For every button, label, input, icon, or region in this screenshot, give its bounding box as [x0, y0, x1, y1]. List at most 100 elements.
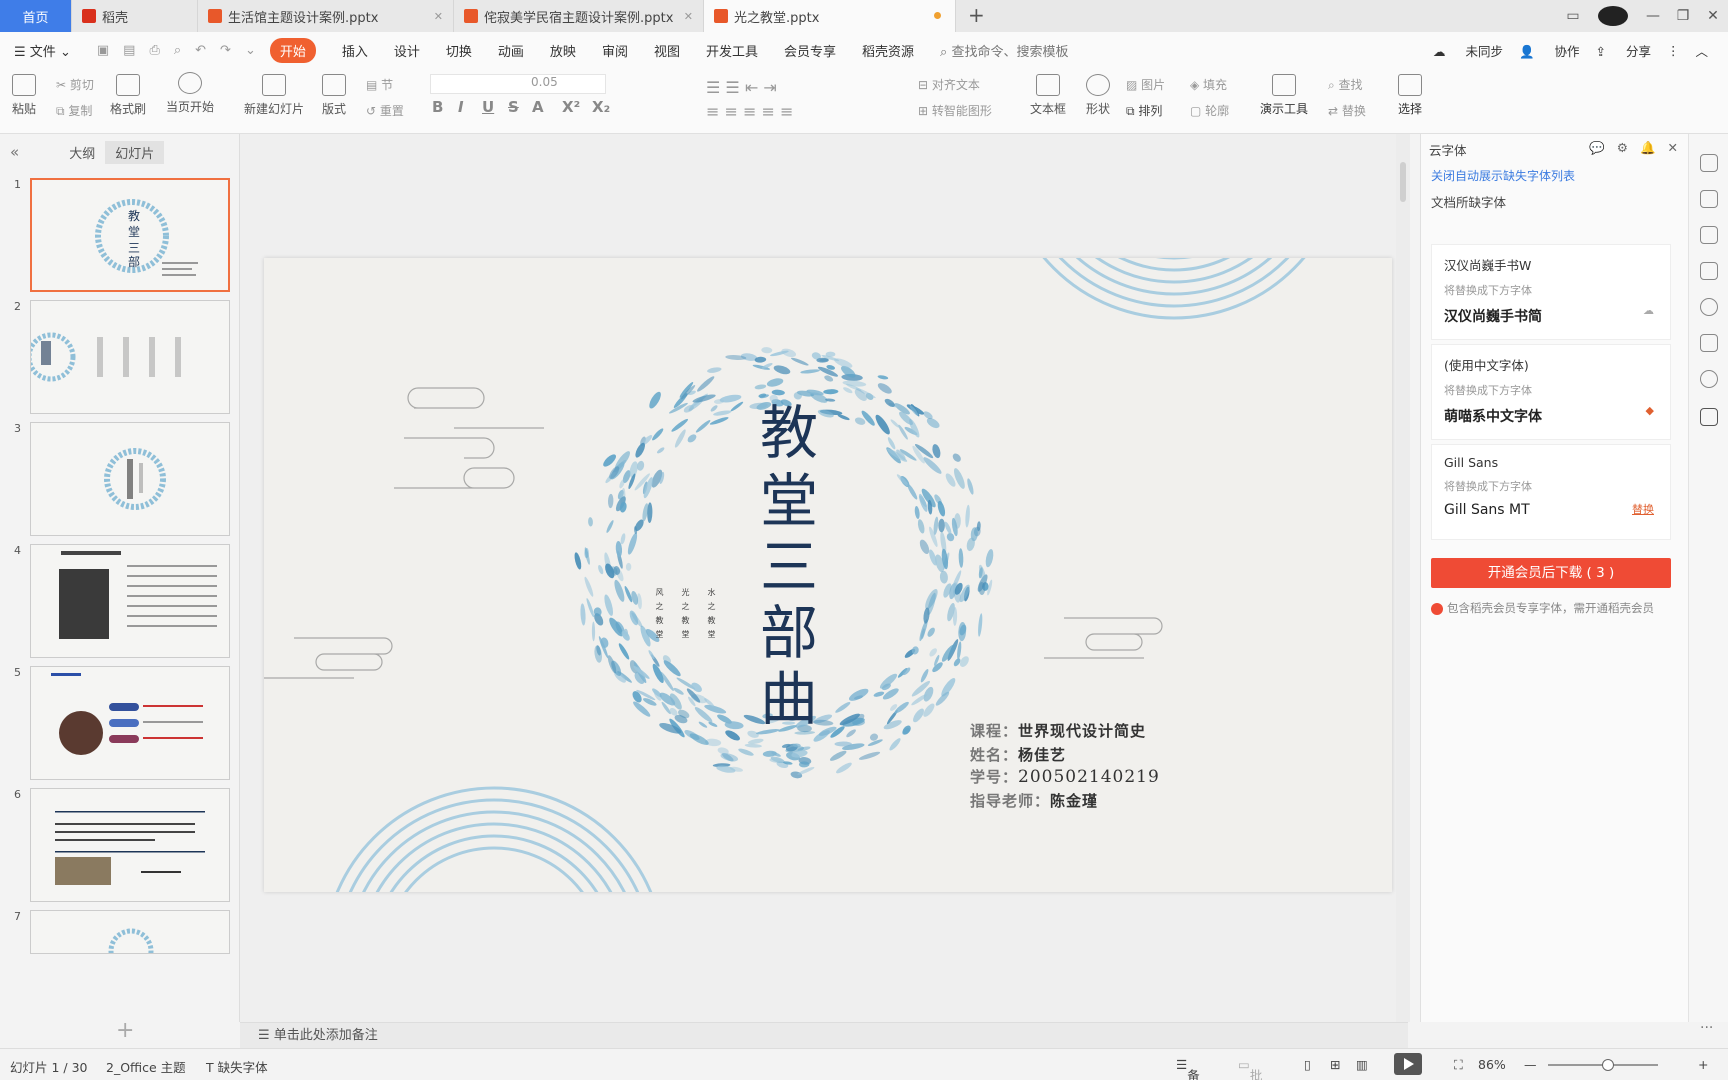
tab-document[interactable]: 生活馆主题设计案例.pptx ✕ — [198, 0, 454, 32]
tab-slides[interactable]: 幻灯片 — [105, 140, 165, 164]
tab-outline[interactable]: 大纲 — [59, 141, 105, 164]
cloud-download-icon[interactable]: ☁ — [1643, 304, 1654, 317]
canvas-scrollbar[interactable] — [1396, 134, 1410, 1022]
notes-toggle[interactable]: ☰ 备注 — [1176, 1057, 1200, 1080]
play-slideshow-button[interactable] — [1394, 1053, 1422, 1075]
superscript-icon[interactable]: X² — [562, 98, 580, 116]
close-icon[interactable]: ✕ — [684, 10, 693, 23]
underline-icon[interactable]: U — [482, 98, 494, 116]
close-window-icon[interactable]: ✕ — [1698, 8, 1728, 24]
pin-icon[interactable] — [1700, 226, 1718, 244]
share-button[interactable]: ⇪ 分享 — [1596, 41, 1651, 60]
picture-button[interactable]: ▨ 图片 — [1126, 76, 1165, 93]
paste-button[interactable]: 粘贴 — [12, 74, 36, 117]
rocket-icon[interactable] — [1700, 154, 1718, 172]
avatar[interactable] — [1598, 6, 1628, 26]
layout-button[interactable]: 版式 — [322, 74, 346, 117]
slide-thumbnail[interactable] — [30, 910, 230, 954]
arrange-button[interactable]: ⧉ 排列 — [1126, 102, 1162, 119]
menu-slideshow[interactable]: 放映 — [550, 41, 576, 60]
slide-thumbnail[interactable] — [30, 422, 230, 536]
section-button[interactable]: ▤ 节 — [366, 76, 393, 93]
select-button[interactable]: 选择 — [1398, 74, 1422, 117]
bullets-icon[interactable]: ☰ ☰ ⇤ ⇥ — [706, 78, 777, 97]
sliders-icon[interactable] — [1700, 190, 1718, 208]
slide-thumbnail[interactable] — [30, 544, 230, 658]
subscript-icon[interactable]: X₂ — [592, 98, 610, 116]
collab-button[interactable]: 👤 协作 — [1519, 41, 1580, 60]
font-color-icon[interactable]: A — [532, 98, 544, 116]
replace-link[interactable]: 替换 — [1632, 501, 1654, 517]
export-icon[interactable]: ▤ — [123, 43, 135, 58]
menu-insert[interactable]: 插入 — [342, 41, 368, 60]
find-button[interactable]: ⌕ 查找 — [1328, 76, 1363, 93]
format-painter-button[interactable]: 格式刷 — [110, 74, 146, 117]
slide-thumbnail[interactable] — [30, 666, 230, 780]
menu-review[interactable]: 审阅 — [602, 41, 628, 60]
sorter-view-icon[interactable]: ⊞ — [1330, 1057, 1340, 1072]
preview-icon[interactable]: ⌕ — [174, 43, 181, 58]
fit-window-icon[interactable]: ⛶ — [1454, 1057, 1463, 1073]
tab-document[interactable]: 侘寂美学民宿主题设计案例.pptx ✕ — [454, 0, 704, 32]
redo-icon[interactable]: ↷ — [220, 43, 231, 58]
slide-thumbnail[interactable]: 教 堂 三 部 — [30, 178, 230, 292]
normal-view-icon[interactable]: ▯ — [1304, 1057, 1311, 1072]
menu-design[interactable]: 设计 — [394, 41, 420, 60]
bold-icon[interactable]: B — [432, 98, 443, 116]
close-icon[interactable]: ✕ — [434, 10, 443, 23]
download-fonts-button[interactable]: 开通会员后下载 ( 3 ) — [1431, 558, 1671, 588]
fill-button[interactable]: ◈ 填充 — [1190, 76, 1227, 93]
slide-thumbnail[interactable] — [30, 788, 230, 902]
slide[interactable]: 教 堂 三 部 曲 风之教堂 光之教堂 水之教堂 课程：世界现代设计简史 姓名：… — [264, 258, 1392, 892]
new-slide-button[interactable]: 新建幻灯片 — [244, 74, 304, 117]
close-icon[interactable]: ✕ — [1668, 140, 1678, 155]
command-search[interactable]: ⌕ 查找命令、搜索模板 — [940, 41, 1068, 60]
notes-area[interactable]: ☰ 单击此处添加备注 — [240, 1022, 1408, 1048]
zoom-slider[interactable] — [1548, 1059, 1658, 1071]
add-slide-icon[interactable]: + — [116, 1018, 134, 1043]
print-icon[interactable]: ⎙ — [149, 43, 159, 58]
gear-icon[interactable]: ⚙ — [1617, 140, 1628, 155]
align-text-button[interactable]: ⊟ 对齐文本 — [918, 76, 980, 93]
slides-icon[interactable] — [1700, 262, 1718, 280]
replace-button[interactable]: ⇄ 替换 — [1328, 102, 1366, 119]
zoom-level[interactable]: 86% — [1478, 1057, 1506, 1072]
cut-button[interactable]: ✂ 剪切 — [56, 76, 94, 93]
comments-toggle[interactable]: ▭ 批注 — [1238, 1057, 1262, 1080]
reset-button[interactable]: ↺ 重置 — [366, 102, 404, 119]
sync-button[interactable]: ☁ 未同步 — [1433, 41, 1503, 60]
tab-docer[interactable]: 稻壳 — [72, 0, 198, 32]
compass-icon[interactable] — [1700, 370, 1718, 388]
minimize-icon[interactable]: — — [1638, 8, 1668, 24]
menu-home[interactable]: 开始 — [269, 37, 316, 63]
smart-shape-button[interactable]: ⊞ 转智能图形 — [918, 102, 992, 119]
strikethrough-icon[interactable]: S — [508, 98, 519, 116]
layout-icon[interactable]: ▭ — [1558, 8, 1588, 24]
italic-icon[interactable]: I — [458, 98, 464, 116]
menu-view[interactable]: 视图 — [654, 41, 680, 60]
font-card[interactable]: (使用中文字体) 将替换成下方字体 萌喵系中文字体 ◆ — [1431, 344, 1671, 440]
shape-button[interactable]: 形状 — [1086, 74, 1110, 117]
more-icon[interactable]: ⌄ — [245, 43, 256, 58]
copy-button[interactable]: ⧉ 复制 — [56, 102, 92, 119]
restore-icon[interactable]: ❐ — [1668, 8, 1698, 24]
collapse-ribbon-icon[interactable]: ︿ — [1695, 41, 1708, 60]
present-tools-button[interactable]: 演示工具 — [1260, 74, 1308, 117]
zoom-out-icon[interactable]: — — [1524, 1057, 1537, 1072]
tab-home[interactable]: 首页 — [0, 0, 72, 32]
new-tab-icon[interactable]: + — [968, 0, 985, 32]
menu-resources[interactable]: 稻壳资源 — [862, 41, 914, 60]
more-menu-icon[interactable]: ⋮ — [1667, 43, 1680, 58]
scrollbar-thumb[interactable] — [1400, 162, 1406, 202]
save-icon[interactable]: ▣ — [97, 43, 109, 58]
menu-animation[interactable]: 动画 — [498, 41, 524, 60]
reading-view-icon[interactable]: ▥ — [1356, 1057, 1368, 1072]
outline-button[interactable]: ▢ 轮廓 — [1190, 102, 1229, 119]
tab-document-active[interactable]: 光之教堂.pptx — [704, 0, 956, 32]
undo-icon[interactable]: ↶ — [195, 43, 206, 58]
font-icon[interactable] — [1700, 408, 1718, 426]
image-icon[interactable] — [1700, 334, 1718, 352]
menu-transition[interactable]: 切换 — [446, 41, 472, 60]
close-auto-list-link[interactable]: 关闭自动展示缺失字体列表 — [1421, 164, 1688, 188]
menu-member[interactable]: 会员专享 — [784, 41, 836, 60]
